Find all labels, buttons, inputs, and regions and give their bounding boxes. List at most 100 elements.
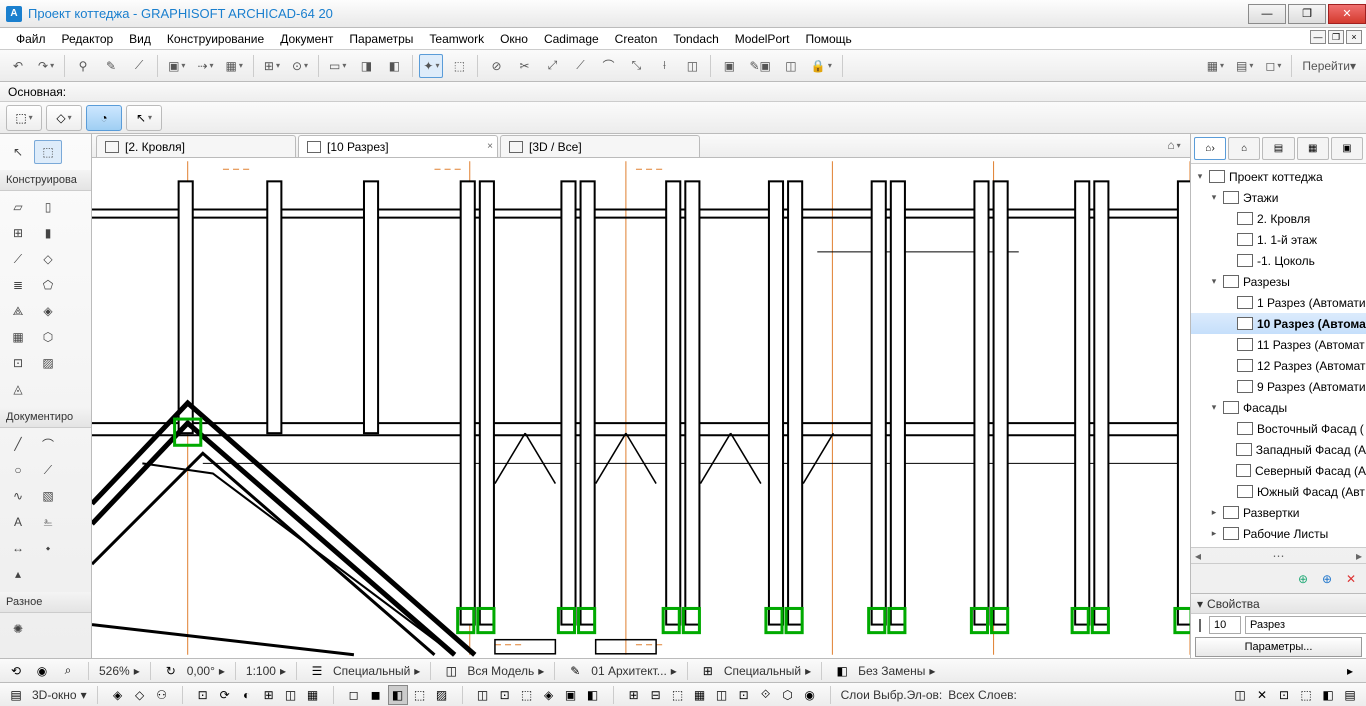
wall-tool[interactable]: ▱ — [4, 195, 32, 219]
g3[interactable]: ⊡ — [1274, 685, 1294, 705]
f3[interactable]: ⬚ — [668, 685, 688, 705]
tree-node-2-Кровля[interactable]: 2. Кровля — [1191, 208, 1366, 229]
override-combo[interactable]: Без Замены — [858, 664, 925, 678]
nav-tab-layout[interactable]: ▤ — [1262, 137, 1294, 160]
menu-file[interactable]: Файл — [8, 29, 54, 49]
level-tool[interactable]: ⬩ — [34, 536, 62, 560]
display-icon[interactable]: ◫ — [441, 661, 461, 681]
pick-button[interactable]: ⚲ — [71, 54, 95, 78]
ungroup-button[interactable]: ◫ — [779, 54, 803, 78]
guides-button[interactable]: ⇢ — [193, 54, 217, 78]
redo-button[interactable]: ↷ — [34, 54, 58, 78]
tree-node-11-Разрез-Автомат[interactable]: 11 Разрез (Автомат — [1191, 334, 1366, 355]
menu-help[interactable]: Помощь — [797, 29, 859, 49]
grid-button[interactable]: ⊞ — [260, 54, 284, 78]
scroll-zoom-button[interactable]: ⟲ — [6, 661, 26, 681]
angle-value[interactable]: 0,00° — [187, 664, 215, 678]
toolbox-misc-header[interactable]: Разное — [0, 592, 91, 613]
tab-overflow-button[interactable]: ⌂ — [1162, 133, 1186, 157]
override-icon[interactable]: ◧ — [832, 661, 852, 681]
e2[interactable]: ⊡ — [495, 685, 515, 705]
trace-button[interactable]: ▭ — [325, 54, 350, 78]
column-tool[interactable]: ▮ — [34, 221, 62, 245]
s5[interactable]: ▨ — [432, 685, 452, 705]
tree-node-Западный-Фасад-А[interactable]: Западный Фасад (А — [1191, 439, 1366, 460]
zoom-fit-button[interactable]: ⌕ — [58, 661, 78, 681]
window-list-button[interactable]: ▤ — [6, 685, 26, 705]
axo-button[interactable]: ◇ — [130, 685, 150, 705]
menu-document[interactable]: Документ — [272, 29, 341, 49]
tree-node-Северный-Фасад-А[interactable]: Северный Фасад (А — [1191, 460, 1366, 481]
curtain-tool[interactable]: ▦ — [4, 325, 32, 349]
zoom-value[interactable]: 526% — [99, 664, 130, 678]
g2[interactable]: ✕ — [1252, 685, 1272, 705]
menu-teamwork[interactable]: Teamwork — [421, 29, 492, 49]
radial-tool[interactable]: ▴ — [4, 562, 32, 586]
tree-node--1-Цоколь[interactable]: -1. Цоколь — [1191, 250, 1366, 271]
split-button[interactable]: ✂ — [512, 54, 536, 78]
lamp-tool[interactable] — [34, 377, 62, 401]
walk-button[interactable]: ⚇ — [152, 685, 172, 705]
syringe-button[interactable]: ⟋ — [127, 54, 151, 78]
menu-tondach[interactable]: Tondach — [665, 29, 726, 49]
skylight-tool[interactable]: ◈ — [34, 299, 62, 323]
f9[interactable]: ◉ — [800, 685, 820, 705]
penset-combo[interactable]: 01 Архитект... — [591, 664, 667, 678]
tree-node-Этажи[interactable]: ▾Этажи — [1191, 187, 1366, 208]
trace-ref-button[interactable]: ◨ — [354, 54, 378, 78]
e1[interactable]: ◫ — [473, 685, 493, 705]
camera-tool[interactable]: ✺ — [4, 617, 32, 641]
morph-tool[interactable]: ⬡ — [34, 325, 62, 349]
label-tool[interactable]: ⎁ — [34, 510, 62, 534]
g4[interactable]: ⬚ — [1296, 685, 1316, 705]
sb-opt1[interactable]: ▸ — [1340, 661, 1360, 681]
marquee-poly-button[interactable]: ◇ — [46, 105, 82, 131]
rotate-button[interactable]: ↻ — [161, 661, 181, 681]
adjust-button[interactable]: ⤢ — [540, 54, 564, 78]
navigator-tree[interactable]: ▾Проект коттеджа▾Этажи2. Кровля1. 1-й эт… — [1191, 164, 1366, 547]
ruler-button[interactable]: ▣ — [164, 54, 189, 78]
lock-button[interactable]: 🔒 — [807, 54, 836, 78]
beam-tool[interactable]: ⟋ — [4, 247, 32, 271]
layers-icon[interactable]: ☰ — [307, 661, 327, 681]
tab-section[interactable]: [10 Разрез]× — [298, 135, 498, 157]
arc-tool[interactable]: ⌒ — [34, 432, 62, 456]
trim-button[interactable]: ⟊ — [652, 54, 676, 78]
door-tool[interactable]: ▯ — [34, 195, 62, 219]
tree-node-Развертки[interactable]: ▸Развертки — [1191, 502, 1366, 523]
nav-tab-sets[interactable]: ▣ — [1331, 137, 1363, 160]
s2[interactable]: ◼ — [366, 685, 386, 705]
marquee-rect-button[interactable]: ⬚ — [6, 105, 42, 131]
zone-tool[interactable]: ▨ — [34, 351, 62, 375]
dimension-tool[interactable]: ↔ — [4, 536, 32, 560]
marquee-tool[interactable]: ⬚ — [34, 140, 62, 164]
angle-tool[interactable] — [34, 562, 62, 586]
tab-plan[interactable]: [2. Кровля] — [96, 135, 296, 157]
menu-window[interactable]: Окно — [492, 29, 536, 49]
g6[interactable]: ▤ — [1340, 685, 1360, 705]
reno-combo[interactable]: Специальный — [724, 664, 801, 678]
properties-header[interactable]: Свойства — [1207, 597, 1260, 611]
b2[interactable]: ⟳ — [215, 685, 235, 705]
tree-node-12-Разрез-Автомат[interactable]: 12 Разрез (Автомат — [1191, 355, 1366, 376]
offset-button[interactable]: ⬚ — [447, 54, 471, 78]
navigate-button[interactable]: Перейти ▾ — [1298, 54, 1360, 78]
tree-node-9-Разрез-Автомати[interactable]: 9 Разрез (Автомати — [1191, 376, 1366, 397]
tree-node-Рабочие-Листы[interactable]: ▸Рабочие Листы — [1191, 523, 1366, 544]
window-name[interactable]: 3D-окно — [32, 688, 77, 702]
tab-close[interactable]: × — [487, 141, 493, 152]
f2[interactable]: ⊟ — [646, 685, 666, 705]
resize-button[interactable]: ⤡ — [624, 54, 648, 78]
f4[interactable]: ▦ — [690, 685, 710, 705]
suspend-button[interactable]: ⊘ — [484, 54, 508, 78]
stair-tool[interactable]: ≣ — [4, 273, 32, 297]
toolbox-document-header[interactable]: Документиро — [0, 407, 91, 428]
eyedropper-button[interactable]: ✎ — [99, 54, 123, 78]
mesh-tool[interactable]: ◬ — [4, 377, 32, 401]
child-minimize[interactable]: — — [1310, 30, 1326, 44]
slab-tool[interactable]: ◇ — [34, 247, 62, 271]
spline-tool[interactable]: ∿ — [4, 484, 32, 508]
nav-new-button[interactable]: ⊕ — [1294, 570, 1312, 588]
view-options-button[interactable]: ▦ — [1203, 54, 1228, 78]
magic-wand-button[interactable]: ✦ — [419, 54, 443, 78]
